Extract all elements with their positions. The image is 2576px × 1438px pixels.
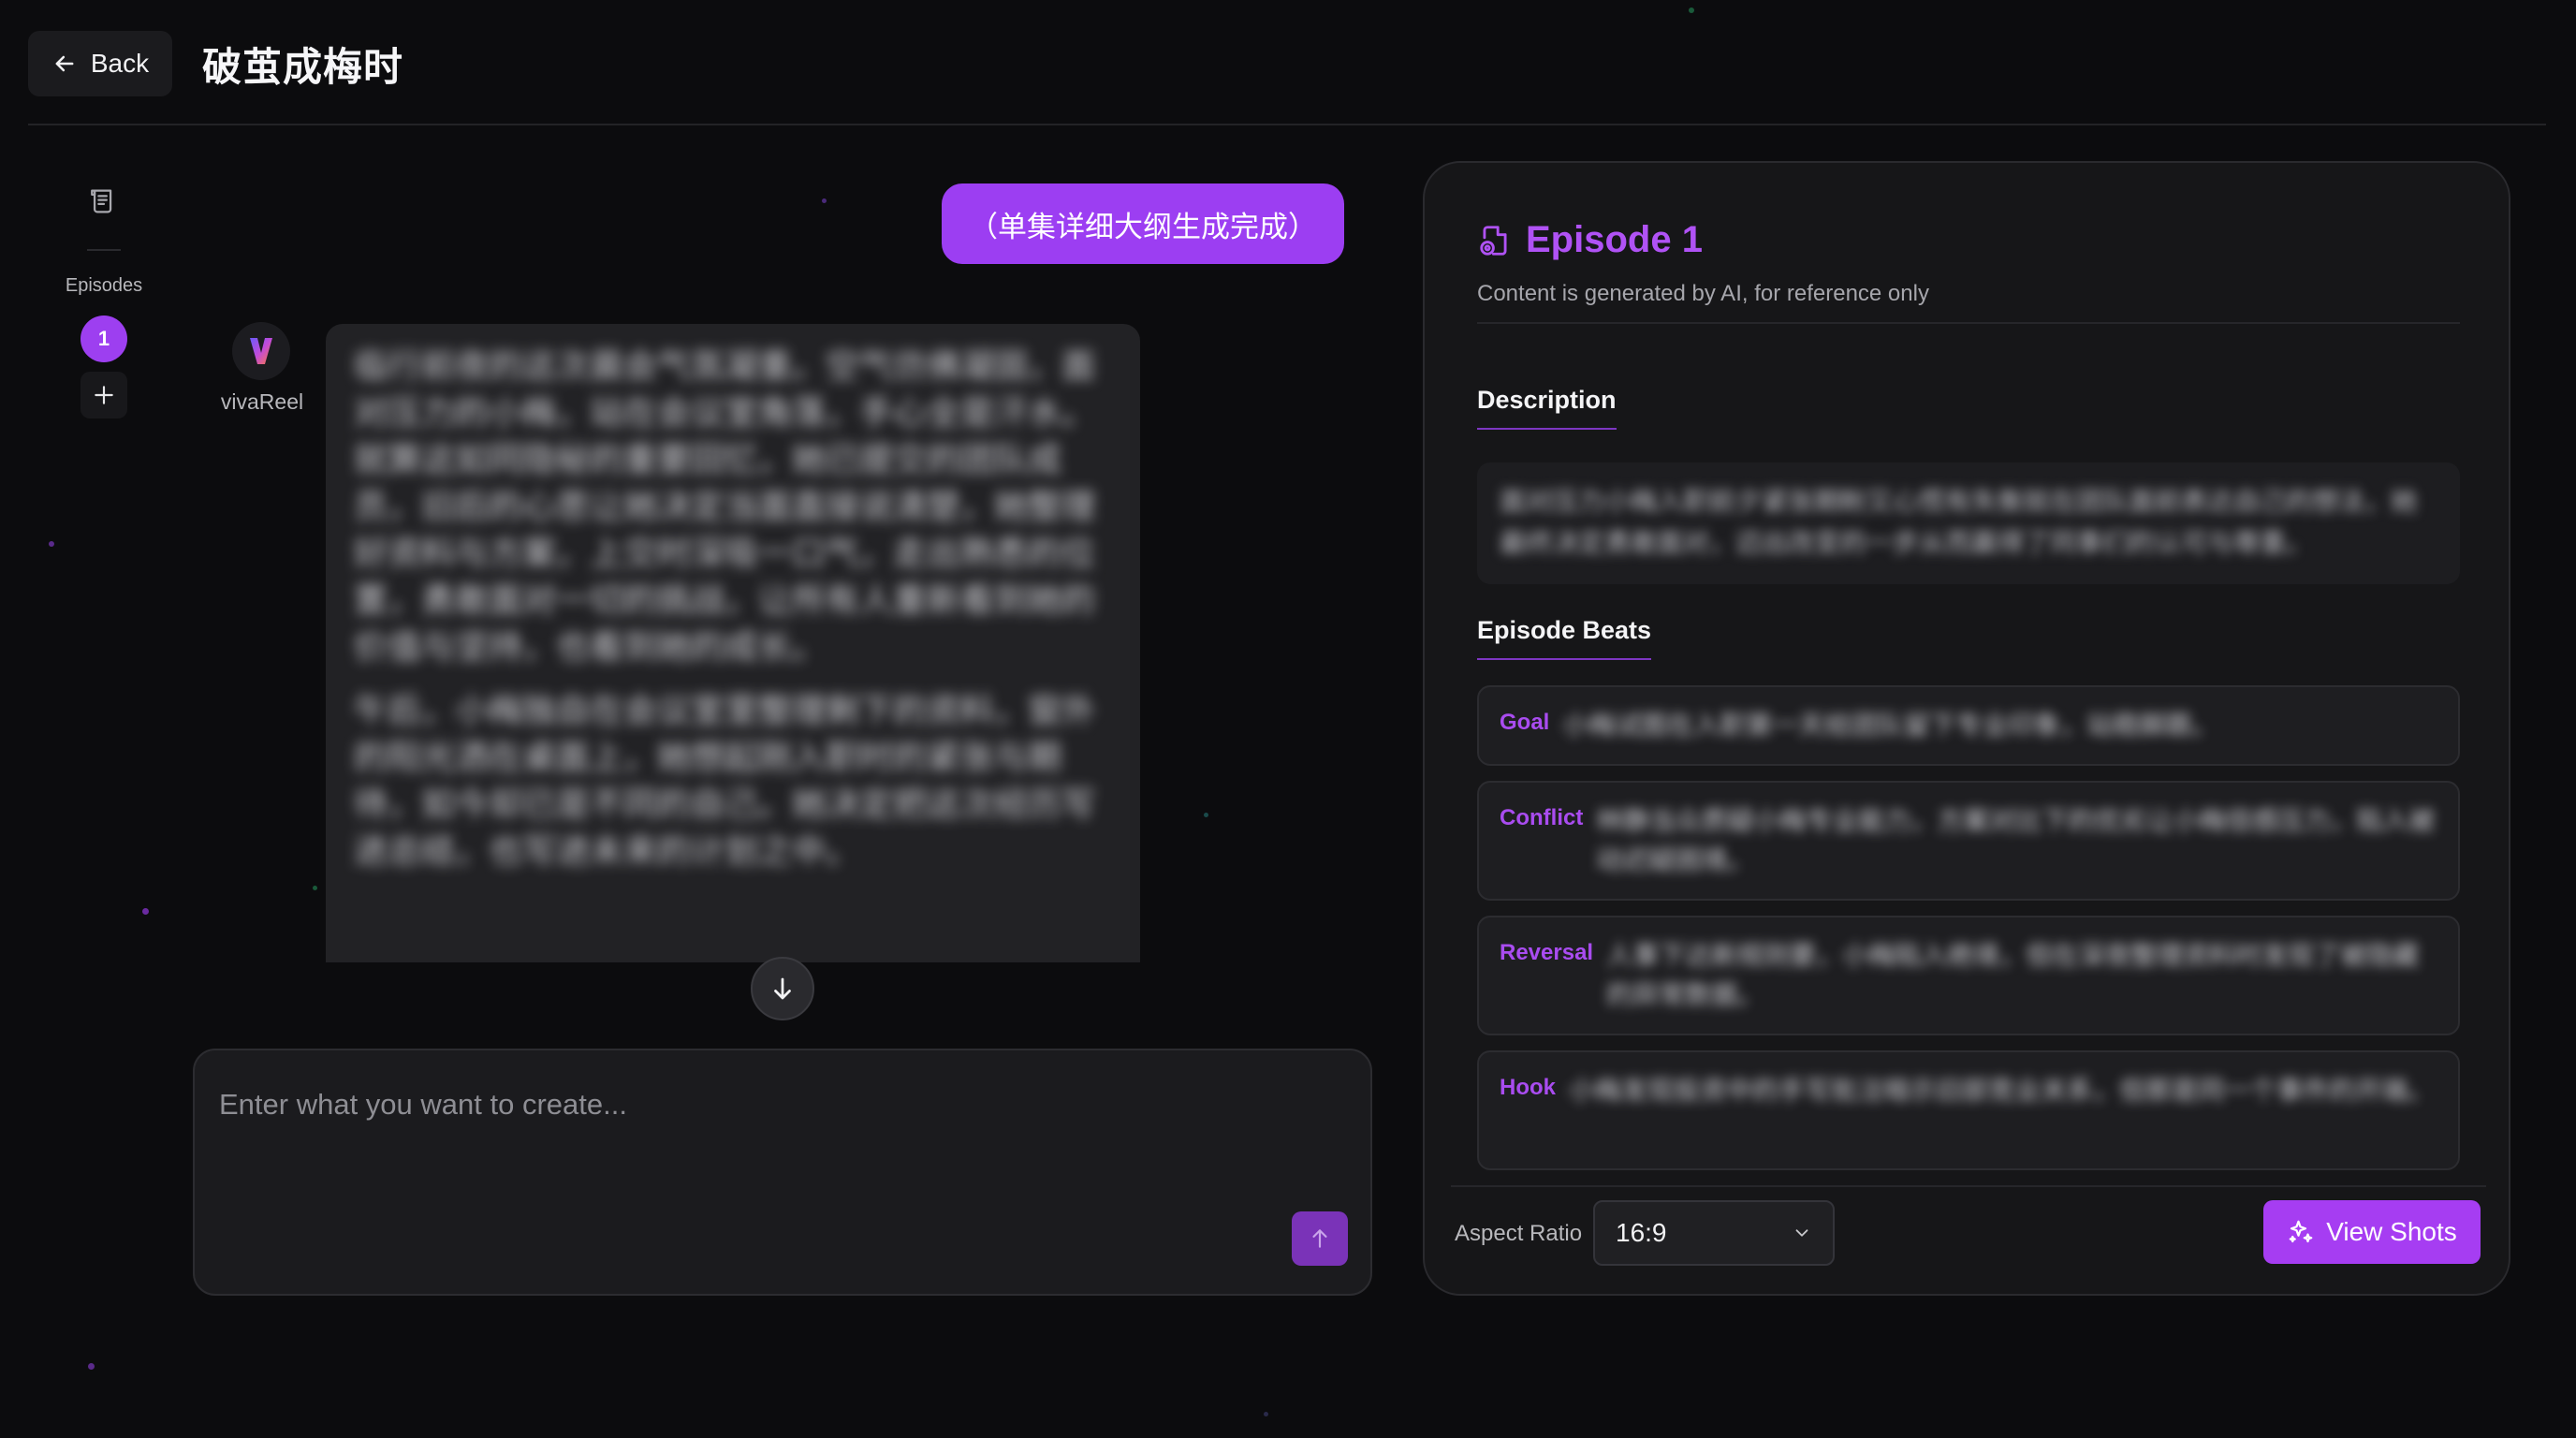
view-shots-button[interactable]: View Shots (2263, 1200, 2481, 1264)
page-title: 破茧成梅时 (202, 45, 404, 89)
back-button[interactable]: Back (28, 31, 172, 96)
bot-paragraph: 午后，小梅独自在会议室里整理剩下的资料，窗外的阳光洒在桌面上，她想起刚入职时的紧… (354, 691, 1096, 870)
file-audio-icon (1480, 225, 1507, 256)
sparkles-icon (2289, 1220, 2313, 1243)
beat-text: 人事下达新规则要，小梅陷入绝境，但在深夜整理资料时发现了被隐藏的异常数据。 (1606, 941, 2420, 1009)
beat-label: Conflict (1500, 805, 1584, 830)
ai-disclaimer: Content is generated by AI, for referenc… (1477, 281, 1929, 306)
composer (193, 1049, 1372, 1296)
send-button[interactable] (1292, 1211, 1348, 1266)
bg-dot (822, 198, 827, 203)
episode-1-badge[interactable]: 1 (80, 315, 127, 362)
bot-message-bubble: 临行前夜的这次晨会气氛凝重。空气仿佛凝固，面对压力的小梅，站在会议室角落，手心全… (326, 324, 1140, 962)
user-message-bubble: （单集详细大纲生成完成） (942, 183, 1344, 264)
description-text: 面对压力小梅入职前夕紧张期盼又心慌有失衡就在团队面前表达自己的想法，她最终决定勇… (1500, 487, 2418, 557)
bg-dot (313, 886, 317, 890)
beat-reversal: Reversal 人事下达新规则要，小梅陷入绝境，但在深夜整理资料时发现了被隐藏… (1477, 916, 2460, 1035)
vivareel-logo-icon (250, 338, 272, 364)
beat-label: Reversal (1500, 940, 1594, 965)
beat-goal: Goal 小梅试图在入职第一天给团队留下专业印象，站稳脚跟。 (1477, 685, 2460, 766)
episode-rail: Episodes 1 (52, 178, 155, 440)
bg-dot (88, 1363, 95, 1370)
panel-footer-divider (1451, 1185, 2486, 1187)
beat-text: 小梅发现投资中的手写批注暗示旧部竞业关系，但那是同一个事件的开端。 (1569, 1076, 2435, 1105)
bg-dot (1264, 1412, 1268, 1416)
aspect-ratio-label: Aspect Ratio (1455, 1221, 1583, 1246)
plus-icon (95, 386, 113, 404)
description-title: Description (1477, 386, 1617, 430)
beat-label: Goal (1500, 710, 1550, 735)
aspect-ratio-value: 16:9 (1616, 1218, 1667, 1247)
back-button-label: Back (90, 49, 150, 78)
script-document-icon[interactable] (88, 185, 120, 217)
bg-dot (49, 541, 54, 547)
description-box: 面对压力小梅入职前夕紧张期盼又心慌有失衡就在团队面前表达自己的想法，她最终决定勇… (1477, 462, 2460, 584)
episode-beats-title: Episode Beats (1477, 616, 1652, 660)
beat-hook: Hook 小梅发现投资中的手写批注暗示旧部竞业关系，但那是同一个事件的开端。 (1477, 1050, 2460, 1170)
add-episode-button[interactable] (80, 372, 127, 418)
episodes-label: Episodes (65, 275, 143, 296)
view-shots-label: View Shots (2326, 1217, 2457, 1246)
bot-avatar (232, 322, 290, 380)
prompt-input[interactable] (217, 1077, 1322, 1133)
bot-name: vivaReel (220, 389, 304, 414)
top-header: Back 破茧成梅时 (28, 0, 2546, 125)
chevron-down-icon (1795, 1229, 1808, 1237)
beat-conflict: Conflict 林静当众质疑小梅专业能力，方案对比下的优劣让小梅倍感压力，陷入… (1477, 781, 2460, 901)
beat-text: 林静当众质疑小梅专业能力，方案对比下的优劣让小梅倍感压力，陷入被动迟疑困境。 (1596, 806, 2436, 874)
arrow-down-icon (774, 977, 791, 1000)
panel-divider (1477, 322, 2460, 324)
scroll-to-bottom-button[interactable] (751, 957, 814, 1020)
arrow-left-icon (55, 55, 74, 72)
episode-panel: Episode 1 Content is generated by AI, fo… (1423, 161, 2510, 1296)
episode-heading: Episode 1 (1477, 219, 1703, 261)
beat-label: Hook (1500, 1075, 1556, 1100)
bot-paragraph: 临行前夜的这次晨会气氛凝重。空气仿佛凝固，面对压力的小梅，站在会议室角落，手心全… (354, 346, 1096, 666)
rail-divider (87, 249, 121, 251)
aspect-ratio-select[interactable]: 16:9 (1593, 1200, 1835, 1266)
bg-dot (142, 908, 149, 915)
bg-dot (1204, 813, 1208, 817)
arrow-up-icon (1312, 1229, 1327, 1248)
beat-text: 小梅试图在入职第一天给团队留下专业印象，站稳脚跟。 (1562, 711, 2218, 740)
episode-title: Episode 1 (1526, 219, 1703, 260)
